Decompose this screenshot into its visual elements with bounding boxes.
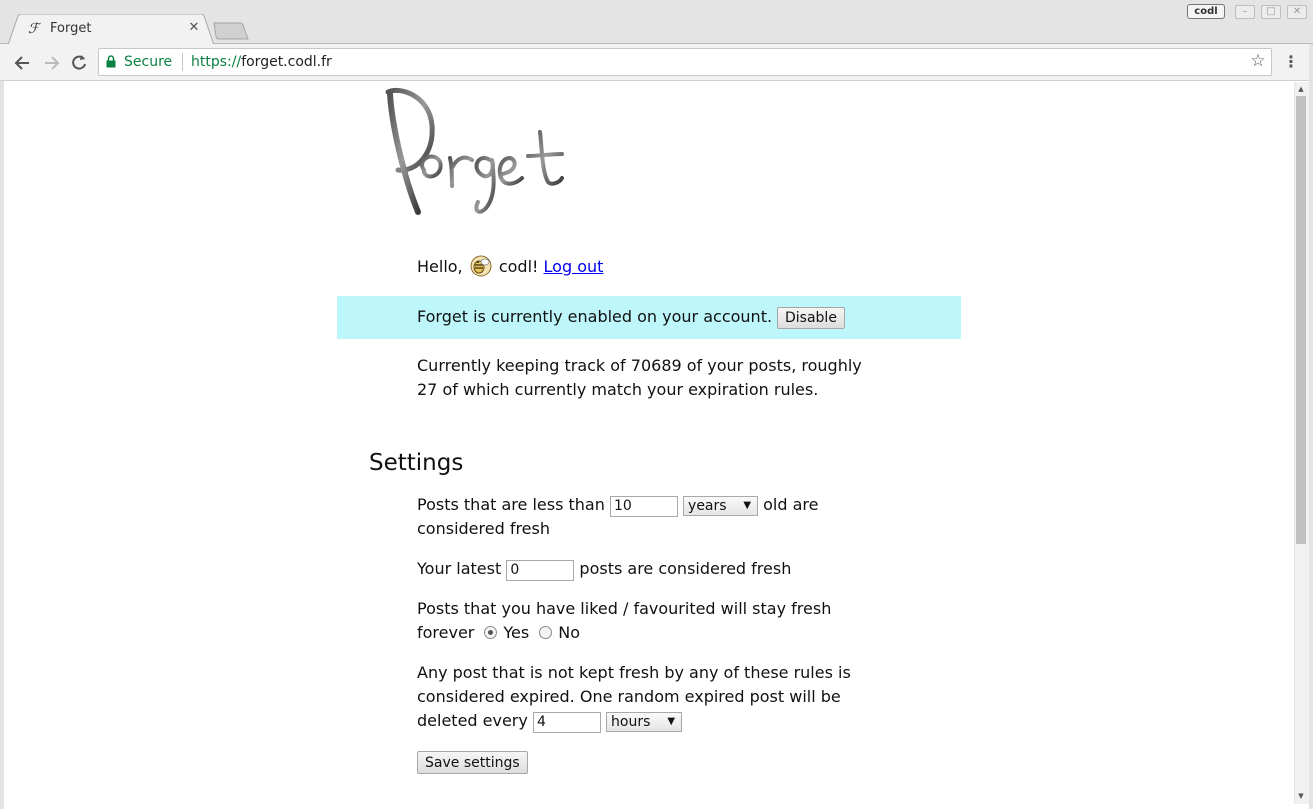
liked-rule: Posts that you have liked / favourited w… bbox=[417, 597, 857, 645]
secure-label: Secure bbox=[124, 54, 173, 70]
tab-close-icon[interactable]: ✕ bbox=[186, 20, 202, 36]
username: codl! bbox=[498, 257, 539, 276]
scrollbar-thumb[interactable] bbox=[1296, 96, 1306, 544]
minimize-window-icon[interactable]: – bbox=[1235, 5, 1255, 19]
close-window-icon[interactable]: ✕ bbox=[1287, 5, 1307, 19]
liked-no-radio[interactable] bbox=[539, 626, 553, 639]
age-unit-select[interactable]: years ▼ bbox=[683, 496, 759, 516]
scroll-up-icon[interactable]: ▲ bbox=[1296, 84, 1306, 94]
star-icon[interactable]: ☆ bbox=[1249, 52, 1267, 70]
age-unit-value: years bbox=[688, 498, 727, 514]
url-text[interactable]: https://forget.codl.fr bbox=[191, 53, 332, 71]
latest-count-input[interactable]: 0 bbox=[506, 560, 575, 581]
greeting-prefix: Hello, bbox=[417, 257, 463, 276]
chevron-down-icon: ▼ bbox=[667, 716, 676, 727]
omnibox-divider bbox=[182, 53, 183, 71]
expire-unit-select[interactable]: hours ▼ bbox=[606, 712, 683, 732]
tracking-summary: Currently keeping track of 70689 of your… bbox=[417, 356, 862, 399]
save-settings-button[interactable]: Save settings bbox=[417, 751, 528, 774]
forward-arrow-icon[interactable] bbox=[40, 52, 62, 74]
liked-yes-label[interactable]: Yes bbox=[503, 623, 529, 642]
latest-rule-label: Your latest bbox=[417, 559, 502, 578]
forget-favicon-icon: ℱ bbox=[28, 21, 40, 37]
age-value-input[interactable]: 10 bbox=[609, 496, 678, 517]
reload-icon[interactable] bbox=[68, 52, 90, 74]
liked-yes-radio[interactable] bbox=[484, 626, 498, 639]
forget-logo bbox=[385, 87, 564, 215]
window-border-right bbox=[1309, 44, 1313, 809]
url-host: forget.codl.fr bbox=[241, 54, 332, 70]
logout-link[interactable]: Log out bbox=[544, 257, 604, 276]
disable-button[interactable]: Disable bbox=[777, 307, 845, 329]
expire-rule: Any post that is not kept fresh by any o… bbox=[417, 661, 867, 733]
status-text: Forget is currently enabled on your acco… bbox=[417, 307, 773, 326]
avatar bbox=[470, 255, 492, 277]
url-scheme: https:// bbox=[191, 54, 242, 70]
expire-unit-value: hours bbox=[611, 714, 651, 730]
scroll-down-icon[interactable]: ▼ bbox=[1296, 791, 1306, 801]
tab-title: Forget bbox=[50, 21, 92, 36]
greeting: Hello, codl! Log out bbox=[417, 255, 603, 279]
liked-rule-label: Posts that you have liked / favourited w… bbox=[417, 599, 832, 642]
maximize-window-icon[interactable]: □ bbox=[1261, 5, 1281, 19]
liked-no-label[interactable]: No bbox=[558, 623, 580, 642]
settings-heading: Settings bbox=[369, 450, 464, 476]
age-rule-label: Posts that are less than bbox=[417, 495, 605, 514]
profile-button[interactable]: codl bbox=[1187, 4, 1225, 19]
age-rule: Posts that are less than 10 years ▼ old a… bbox=[417, 493, 857, 541]
menu-icon[interactable]: ⋮ bbox=[1283, 52, 1299, 72]
new-tab-button[interactable] bbox=[212, 22, 250, 40]
expire-interval-input[interactable]: 4 bbox=[532, 712, 601, 733]
latest-rule: Your latest 0 posts are considered fresh bbox=[417, 557, 857, 581]
latest-rule-suffix: posts are considered fresh bbox=[579, 559, 792, 578]
chevron-down-icon: ▼ bbox=[743, 500, 752, 511]
back-arrow-icon[interactable] bbox=[12, 52, 34, 74]
lock-icon bbox=[106, 55, 116, 68]
